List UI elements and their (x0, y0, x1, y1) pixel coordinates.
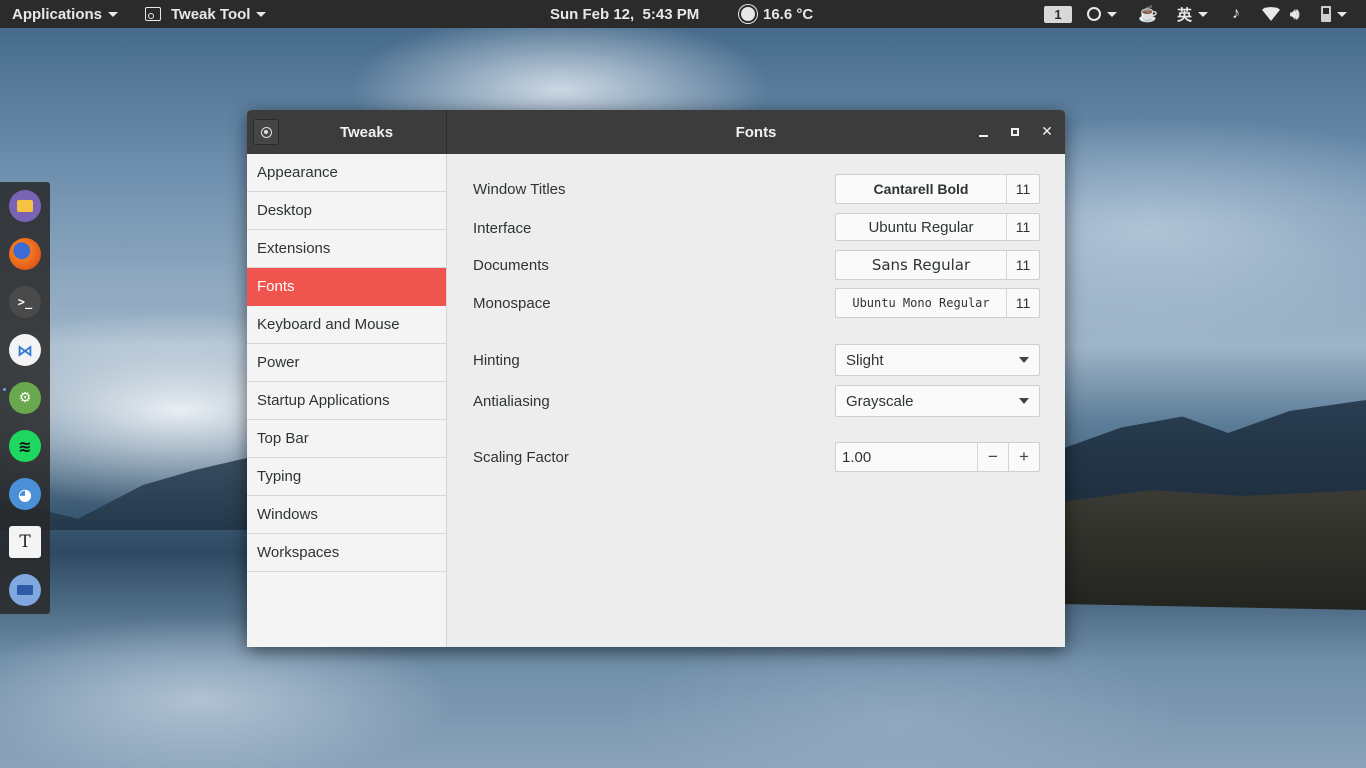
antialiasing-value: Grayscale (846, 392, 914, 410)
maximize-button[interactable] (1005, 122, 1025, 142)
dropdown-arrow-icon (1019, 357, 1029, 363)
coffee-indicator[interactable]: ☕ (1138, 0, 1158, 28)
wifi-icon (1262, 7, 1280, 21)
sidebar-item-fonts[interactable]: Fonts (247, 268, 446, 306)
documents-font-size: 11 (1015, 257, 1031, 273)
sidebar-item-extensions[interactable]: Extensions (247, 230, 446, 268)
window-titles-font-button[interactable]: Cantarell Bold 11 (835, 174, 1040, 204)
chevron-down-icon (1337, 11, 1347, 17)
show-desktop-icon[interactable] (9, 574, 41, 606)
fonts-panel: Window Titles Cantarell Bold 11 Interfac… (448, 154, 1065, 647)
battery-icon (1321, 6, 1331, 22)
antialiasing-dropdown[interactable]: Grayscale (835, 385, 1040, 417)
close-button[interactable]: ✕ (1037, 122, 1057, 142)
sidebar-search-button[interactable] (253, 119, 279, 145)
app-menu-label: Tweak Tool (171, 5, 251, 23)
sidebar-item-top-bar[interactable]: Top Bar (247, 420, 446, 458)
wifi-indicator[interactable] (1262, 0, 1280, 28)
crosshair-icon (260, 126, 272, 138)
circle-icon (1087, 7, 1101, 21)
applications-menu[interactable]: Applications (12, 0, 119, 28)
minimize-button[interactable] (973, 122, 993, 142)
tweaks-window: Tweaks Fonts ✕ Appearance Desktop Extens… (247, 110, 1065, 647)
maximize-icon (1011, 128, 1019, 136)
running-indicator (3, 388, 6, 391)
interface-font-button[interactable]: Ubuntu Regular 11 (835, 213, 1040, 241)
antialiasing-label: Antialiasing (473, 392, 550, 410)
weather-indicator[interactable]: 16.6 °C (741, 0, 813, 28)
chevron-down-icon (108, 11, 119, 17)
dock: >_ ⋈ ⚙ ≋ ◕ T (0, 182, 50, 614)
sidebar-title: Tweaks (339, 123, 394, 141)
scaling-factor-spinbutton[interactable]: 1.00 − + (835, 442, 1040, 472)
workspace-indicator[interactable]: 1 (1044, 0, 1072, 28)
sidebar-item-typing[interactable]: Typing (247, 458, 446, 496)
sidebar-item-power[interactable]: Power (247, 344, 446, 382)
sidebar-item-keyboard-and-mouse[interactable]: Keyboard and Mouse (247, 306, 446, 344)
title-bar: Tweaks Fonts ✕ (247, 110, 1065, 154)
battery-indicator[interactable] (1321, 0, 1347, 28)
sidebar-item-startup-applications[interactable]: Startup Applications (247, 382, 446, 420)
wallpaper-rocks (1060, 490, 1366, 610)
monospace-font-button[interactable]: Ubuntu Mono Regular 11 (835, 288, 1040, 318)
hinting-value: Slight (846, 351, 884, 369)
documents-label: Documents (473, 256, 549, 274)
sidebar-header: Tweaks (247, 110, 447, 154)
sidebar-item-workspaces[interactable]: Workspaces (247, 534, 446, 572)
close-icon: ✕ (1041, 124, 1053, 140)
applications-label: Applications (12, 5, 103, 23)
documents-font-button[interactable]: Sans Regular 11 (835, 250, 1040, 280)
bird-icon[interactable]: ◕ (9, 478, 41, 510)
speaker-icon: 🔊︎ (1290, 5, 1300, 23)
sidebar-item-windows[interactable]: Windows (247, 496, 446, 534)
top-bar: Applications Tweak Tool Sun Feb 12, 5:43… (0, 0, 1366, 28)
window-titles-label: Window Titles (473, 180, 566, 198)
terminal-icon[interactable]: >_ (9, 286, 41, 318)
music-indicator[interactable]: ♪ (1232, 0, 1240, 28)
sidebar-item-appearance[interactable]: Appearance (247, 154, 446, 192)
scaling-factor-label: Scaling Factor (473, 448, 569, 466)
window-titles-font-size: 11 (1015, 181, 1031, 197)
workspace-number: 1 (1044, 5, 1072, 23)
tweak-tool-icon (145, 7, 161, 21)
coffee-cup-icon: ☕ (1138, 6, 1158, 23)
hinting-dropdown[interactable]: Slight (835, 344, 1040, 376)
clock-label: Sun Feb 12, 5:43 PM (550, 5, 700, 23)
spotify-icon[interactable]: ≋ (9, 430, 41, 462)
chevron-down-icon (1198, 11, 1209, 17)
input-method-menu[interactable]: 英 (1177, 0, 1209, 28)
music-note-icon: ♪ (1232, 5, 1240, 22)
clock[interactable]: Sun Feb 12, 5:43 PM (550, 0, 699, 28)
volume-indicator[interactable]: 🔊︎ (1290, 0, 1299, 28)
monospace-label: Monospace (473, 294, 551, 312)
ime-label: 英 (1177, 6, 1193, 24)
scaling-factor-input[interactable]: 1.00 (836, 443, 977, 471)
vscode-icon[interactable]: ⋈ (9, 334, 41, 366)
files-icon[interactable] (9, 190, 41, 222)
sun-icon (741, 7, 755, 21)
documents-font-name: Sans Regular (836, 251, 1007, 279)
interface-font-size: 11 (1015, 219, 1031, 235)
typora-icon[interactable]: T (9, 526, 41, 558)
app-menu[interactable]: Tweak Tool (145, 0, 267, 28)
interface-label: Interface (473, 219, 532, 237)
sidebar: Appearance Desktop Extensions Fonts Keyb… (247, 154, 447, 647)
interface-font-name: Ubuntu Regular (836, 214, 1007, 240)
dropdown-arrow-icon (1019, 398, 1029, 404)
chevron-down-icon (1107, 11, 1117, 17)
sidebar-item-desktop[interactable]: Desktop (247, 192, 446, 230)
increment-button[interactable]: + (1008, 443, 1039, 471)
decrement-button[interactable]: − (977, 443, 1008, 471)
monospace-font-name: Ubuntu Mono Regular (836, 289, 1007, 317)
android-icon[interactable]: ⚙ (9, 382, 41, 414)
chevron-down-icon (256, 11, 267, 17)
minimize-icon (978, 135, 988, 137)
monospace-font-size: 11 (1015, 295, 1031, 311)
status-circle-menu[interactable] (1087, 0, 1117, 28)
firefox-icon[interactable] (9, 238, 41, 270)
window-titles-font-name: Cantarell Bold (836, 175, 1007, 203)
hinting-label: Hinting (473, 351, 520, 369)
weather-label: 16.6 °C (763, 5, 814, 23)
